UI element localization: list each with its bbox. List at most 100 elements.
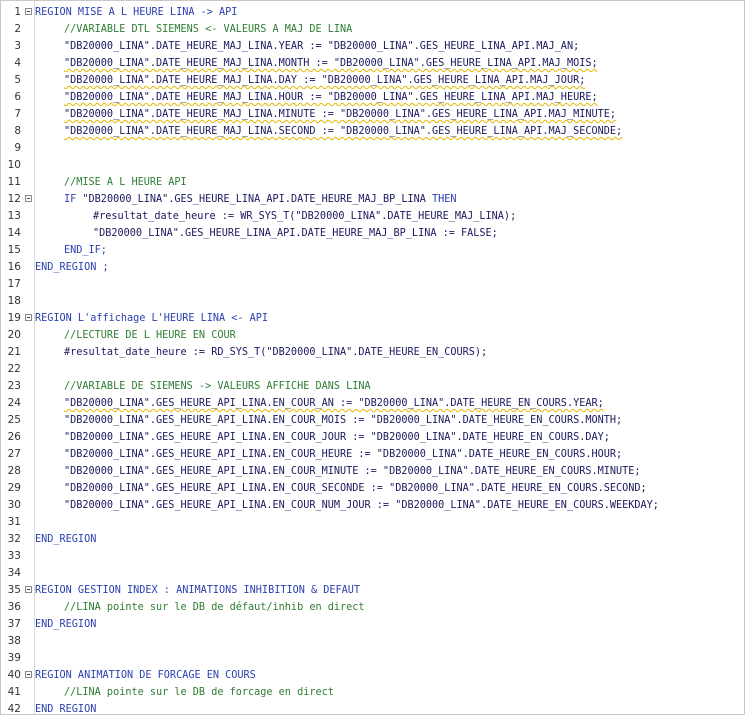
line-number: 3 [14,40,21,52]
code-line[interactable]: 29 "DB20000_LINA".GES_HEURE_API_LINA.EN_C… [1,480,744,497]
code-text: "DB20000_LINA".GES_HEURE_API_LINA.EN_COU… [64,500,659,511]
code-line[interactable]: 14 "DB20000_LINA".GES_HEURE_LINA_API.DATE… [1,225,744,242]
code-line[interactable]: 4 "DB20000_LINA".DATE_HEURE_MAJ_LINA.MONT… [1,55,744,72]
line-number: 9 [14,142,21,154]
code-text: #resultat_date_heure := RD_SYS_T("DB2000… [64,347,488,358]
line-number: 27 [7,448,21,460]
code-text: REGION MISE A L HEURE LINA -> API [35,7,238,18]
code-line[interactable]: 17 [1,276,744,293]
code-line[interactable]: 13 #resultat_date_heure := WR_SYS_T("DB20… [1,208,744,225]
code-text: "DB20000_LINA".DATE_HEURE_MAJ_LINA.DAY :… [64,75,586,86]
line-number: 10 [7,159,21,171]
fold-collapse-icon[interactable] [25,671,32,678]
line-number: 34 [7,567,21,579]
line-number: 36 [7,601,21,613]
code-text: "DB20000_LINA".GES_HEURE_LINA_API.DATE_H… [93,228,498,239]
line-number: 31 [7,516,21,528]
line-number: 5 [14,74,21,86]
code-line[interactable]: 30 "DB20000_LINA".GES_HEURE_API_LINA.EN_C… [1,497,744,514]
line-number: 16 [7,261,21,273]
code-text: #resultat_date_heure := WR_SYS_T("DB2000… [93,211,517,222]
code-line[interactable]: 35 REGION GESTION INDEX : ANIMATIONS INHI… [1,582,744,599]
code-text: //LINA pointe sur le DB de défaut/inhib … [64,602,365,613]
code-text: "DB20000_LINA".GES_HEURE_API_LINA.EN_COU… [64,415,623,426]
code-line[interactable]: 36 //LINA pointe sur le DB de défaut/inhi… [1,599,744,616]
code-line[interactable]: 32 END_REGION [1,531,744,548]
code-editor[interactable]: 1 REGION MISE A L HEURE LINA -> API 2 //VAR… [0,0,745,715]
line-number: 23 [7,380,21,392]
code-line[interactable]: 6 "DB20000_LINA".DATE_HEURE_MAJ_LINA.HOUR… [1,89,744,106]
code-line[interactable]: 39 [1,650,744,667]
code-line[interactable]: 26 "DB20000_LINA".GES_HEURE_API_LINA.EN_C… [1,429,744,446]
code-text: "DB20000_LINA".DATE_HEURE_MAJ_LINA.MINUT… [64,109,617,120]
code-line[interactable]: 41 //LINA pointe sur le DB de forcage en … [1,684,744,701]
code-line[interactable]: 22 [1,361,744,378]
code-line[interactable]: 12 IF "DB20000_LINA".GES_HEURE_LINA_API.D… [1,191,744,208]
line-number: 40 [7,669,21,681]
code-line[interactable]: 24 "DB20000_LINA".GES_HEURE_API_LINA.EN_C… [1,395,744,412]
line-number: 25 [7,414,21,426]
code-line[interactable]: 16 END_REGION ; [1,259,744,276]
line-number: 1 [14,6,21,18]
code-text: //VARIABLE DE SIEMENS -> VALEURS AFFICHE… [64,381,371,392]
code-line[interactable]: 11 //MISE A L HEURE API [1,174,744,191]
code-line[interactable]: 25 "DB20000_LINA".GES_HEURE_API_LINA.EN_C… [1,412,744,429]
line-number: 41 [7,686,21,698]
line-number: 19 [7,312,21,324]
line-number: 32 [7,533,21,545]
fold-collapse-icon[interactable] [25,195,32,202]
code-line[interactable]: 5 "DB20000_LINA".DATE_HEURE_MAJ_LINA.DAY … [1,72,744,89]
code-line[interactable]: 28 "DB20000_LINA".GES_HEURE_API_LINA.EN_C… [1,463,744,480]
code-text: END_REGION ; [35,262,109,273]
code-text: //LECTURE DE L HEURE EN COUR [64,330,236,341]
code-line[interactable]: 18 [1,293,744,310]
code-text: REGION L'affichage L'HEURE LINA <- API [35,313,269,324]
code-text: "DB20000_LINA".DATE_HEURE_MAJ_LINA.HOUR … [64,92,598,103]
code-line[interactable]: 10 [1,157,744,174]
line-number: 11 [7,176,21,188]
line-number: 13 [7,210,21,222]
code-line[interactable]: 33 [1,548,744,565]
line-number: 20 [7,329,21,341]
code-line[interactable]: 7 "DB20000_LINA".DATE_HEURE_MAJ_LINA.MINU… [1,106,744,123]
code-text: IF "DB20000_LINA".GES_HEURE_LINA_API.DAT… [64,194,457,205]
code-line[interactable]: 34 [1,565,744,582]
line-number: 24 [7,397,21,409]
code-line[interactable]: 3 "DB20000_LINA".DATE_HEURE_MAJ_LINA.YEAR… [1,38,744,55]
code-line[interactable]: 40 REGION ANIMATION DE FORCAGE EN COURS [1,667,744,684]
code-text: "DB20000_LINA".GES_HEURE_API_LINA.EN_COU… [64,483,647,494]
code-text: //LINA pointe sur le DB de forcage en di… [64,687,334,698]
code-text: //VARIABLE DTL SIEMENS <- VALEURS A MAJ … [64,24,353,35]
line-number: 35 [7,584,21,596]
code-line[interactable]: 9 [1,140,744,157]
line-number: 42 [7,703,21,715]
code-line[interactable]: 21 #resultat_date_heure := RD_SYS_T("DB20… [1,344,744,361]
line-number: 37 [7,618,21,630]
fold-collapse-icon[interactable] [25,314,32,321]
code-line[interactable]: 20 //LECTURE DE L HEURE EN COUR [1,327,744,344]
code-line[interactable]: 37 END_REGION [1,616,744,633]
code-line[interactable]: 2 //VARIABLE DTL SIEMENS <- VALEURS A MAJ… [1,21,744,38]
line-number: 14 [7,227,21,239]
code-text: END_REGION [35,619,97,630]
code-line[interactable]: 8 "DB20000_LINA".DATE_HEURE_MAJ_LINA.SECO… [1,123,744,140]
line-number: 26 [7,431,21,443]
code-line[interactable]: 19 REGION L'affichage L'HEURE LINA <- API [1,310,744,327]
code-line[interactable]: 23 //VARIABLE DE SIEMENS -> VALEURS AFFIC… [1,378,744,395]
line-number: 39 [7,652,21,664]
fold-collapse-icon[interactable] [25,8,32,15]
line-number: 6 [14,91,21,103]
code-text: "DB20000_LINA".GES_HEURE_API_LINA.EN_COU… [64,449,623,460]
code-text: "DB20000_LINA".GES_HEURE_API_LINA.EN_COU… [64,398,604,409]
code-line[interactable]: 42 END_REGION [1,701,744,715]
code-line[interactable]: 1 REGION MISE A L HEURE LINA -> API [1,4,744,21]
code-line[interactable]: 38 [1,633,744,650]
code-line[interactable]: 31 [1,514,744,531]
code-text: REGION ANIMATION DE FORCAGE EN COURS [35,670,256,681]
code-line[interactable]: 27 "DB20000_LINA".GES_HEURE_API_LINA.EN_C… [1,446,744,463]
fold-collapse-icon[interactable] [25,586,32,593]
code-text: END_REGION [35,704,97,715]
line-number: 17 [7,278,21,290]
code-line[interactable]: 15 END_IF; [1,242,744,259]
code-lines: 1 REGION MISE A L HEURE LINA -> API 2 //VAR… [1,4,744,715]
